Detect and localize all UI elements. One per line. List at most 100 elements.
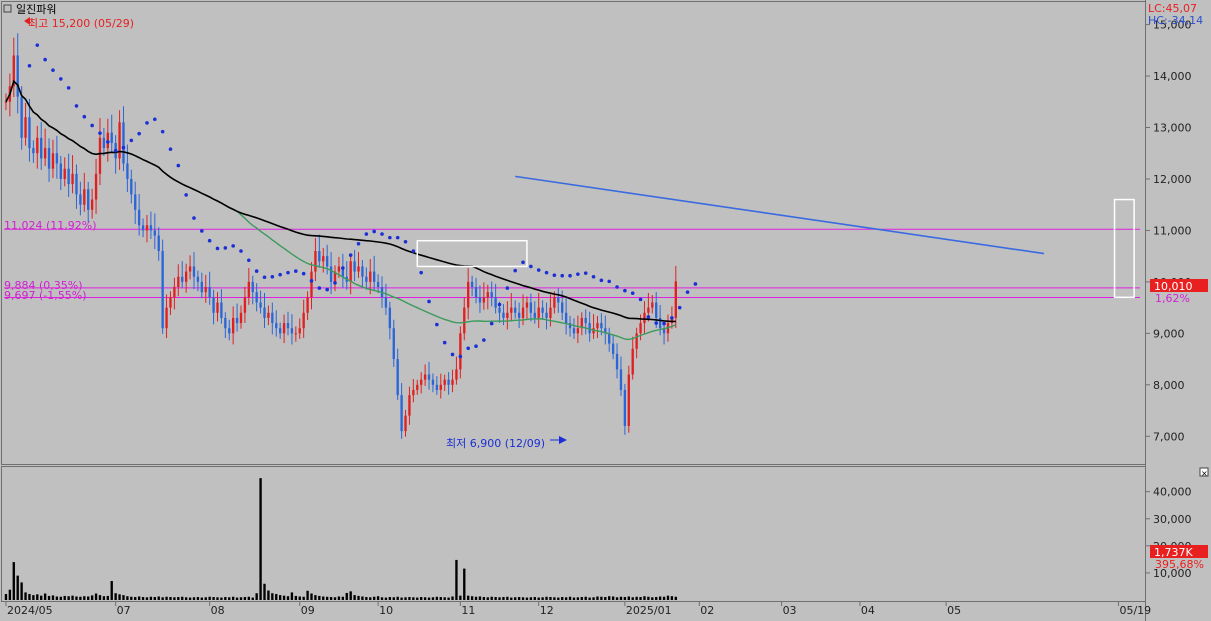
- candle-body: [443, 379, 446, 385]
- volume-bar: [611, 596, 615, 600]
- volume-bar: [502, 597, 505, 600]
- candle-body: [412, 389, 415, 396]
- indicator-dot: [599, 278, 604, 283]
- volume-tick-label: 30,000: [1153, 513, 1192, 526]
- month-label: 09: [301, 604, 315, 617]
- candle-body: [165, 307, 168, 329]
- candle-body: [67, 168, 70, 185]
- candle-body: [572, 328, 576, 334]
- volume-bar: [608, 596, 611, 600]
- volume-bar: [572, 597, 576, 600]
- indicator-dot: [450, 352, 455, 357]
- volume-bar: [455, 559, 458, 600]
- volume-bar: [631, 597, 634, 600]
- volume-bar: [431, 597, 435, 600]
- volume-bar: [494, 597, 497, 600]
- volume-bar: [20, 582, 23, 600]
- indicator-dot: [309, 279, 314, 283]
- volume-bar: [533, 597, 536, 600]
- candle-body: [83, 189, 86, 205]
- candle-body: [59, 163, 62, 179]
- volume-bar: [549, 597, 552, 600]
- volume-bar: [322, 596, 325, 600]
- volume-bar: [94, 593, 98, 600]
- candle-body: [619, 369, 623, 390]
- volume-bar: [290, 592, 294, 600]
- indicator-dot: [66, 86, 71, 90]
- candle-body: [400, 395, 403, 432]
- volume-bar: [647, 596, 650, 600]
- volume-bar: [510, 597, 513, 600]
- indicator-dot: [583, 271, 588, 275]
- volume-bar: [243, 597, 247, 600]
- candle-body: [361, 266, 364, 277]
- indicator-dot: [442, 340, 447, 345]
- volume-bar: [357, 595, 360, 600]
- month-label: 12: [540, 604, 554, 617]
- volume-bar: [318, 595, 321, 600]
- volume-bar: [353, 595, 356, 600]
- line-label-top: 11,024 (11,92%): [4, 219, 97, 232]
- volume-bar: [137, 596, 141, 600]
- volume-tick-label: 40,000: [1153, 486, 1192, 499]
- volume-bar: [212, 597, 215, 600]
- candle-body: [631, 348, 634, 375]
- volume-bar: [627, 596, 630, 600]
- volume-bar: [59, 596, 62, 600]
- indicator-dot: [670, 316, 674, 320]
- volume-bar: [4, 594, 8, 600]
- volume-bar: [435, 596, 439, 600]
- candle-body: [228, 328, 231, 334]
- volume-bar: [576, 597, 580, 600]
- candle-body: [357, 266, 360, 272]
- volume-bar: [592, 597, 595, 600]
- volume-bar: [361, 596, 364, 600]
- volume-bar: [490, 596, 493, 600]
- stock-chart[interactable]: 15,00014,00013,00012,00011,00010,0009,00…: [0, 0, 1211, 621]
- candle-body: [318, 251, 321, 262]
- volume-bar: [177, 597, 180, 600]
- month-label: 08: [211, 604, 225, 617]
- volume-bar: [564, 597, 568, 600]
- volume-bar: [43, 593, 47, 600]
- month-label: 11: [461, 604, 475, 617]
- candle-body: [28, 117, 31, 149]
- candle-body: [310, 271, 313, 298]
- volume-bar: [568, 596, 572, 600]
- indicator-dot: [482, 338, 486, 342]
- volume-bar: [373, 596, 376, 600]
- candle-body: [75, 173, 78, 195]
- candle-body: [416, 384, 419, 390]
- indicator-dot: [654, 321, 659, 325]
- volume-bar: [541, 597, 544, 600]
- candle-body: [267, 312, 270, 318]
- volume-bar: [165, 596, 168, 600]
- candle-body: [208, 287, 211, 298]
- volume-bar: [666, 595, 670, 600]
- candle-body: [623, 389, 627, 426]
- volume-bar: [392, 597, 395, 600]
- indicator-dot: [27, 63, 32, 68]
- price-tick-label: 11,000: [1153, 224, 1192, 237]
- candle-body: [149, 225, 153, 231]
- candle-body: [510, 307, 513, 313]
- volume-bar: [141, 597, 145, 600]
- candle-body: [600, 323, 603, 329]
- candle-body: [431, 379, 435, 385]
- volume-bar: [298, 596, 301, 600]
- indicator-dot: [356, 242, 361, 246]
- indicator-dot: [129, 138, 134, 143]
- candle-body: [611, 343, 615, 354]
- volume-bar: [247, 596, 251, 600]
- volume-bar: [294, 595, 298, 600]
- volume-bar: [271, 593, 274, 600]
- candle-body: [427, 374, 431, 380]
- indicator-dot: [51, 68, 55, 72]
- candle-body: [181, 276, 184, 282]
- low-annotation: 최저 6,900 (12/09): [446, 437, 545, 450]
- candle-body: [32, 148, 35, 154]
- candle-body: [615, 353, 619, 370]
- candle-body: [173, 287, 176, 298]
- price-tick-label: 12,000: [1153, 173, 1192, 186]
- volume-bar: [47, 595, 51, 600]
